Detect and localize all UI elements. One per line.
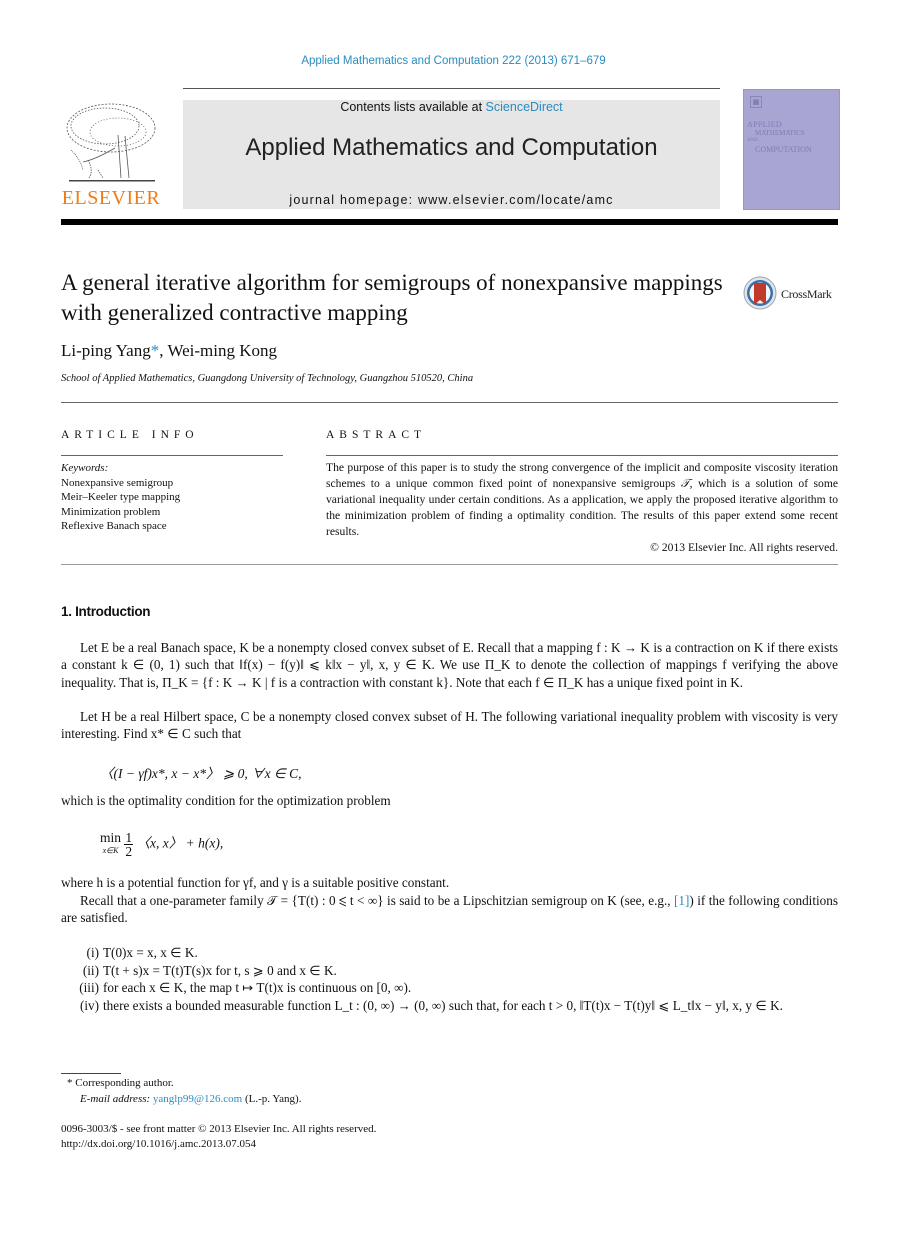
elsevier-wordmark: ELSEVIER xyxy=(61,187,161,209)
condition-number: (i) xyxy=(86,945,99,960)
elsevier-tree-icon xyxy=(66,103,156,182)
crossmark-badge[interactable]: CrossMark xyxy=(743,275,843,311)
sciencedirect-link[interactable]: ScienceDirect xyxy=(486,100,563,114)
intro-paragraph: Let E be a real Banach space, K be a non… xyxy=(61,640,838,690)
keywords-block: Keywords: Nonexpansive semigroup Meir–Ke… xyxy=(61,461,180,534)
cover-line: COMPUTATION xyxy=(755,145,812,154)
abstract-bottom-rule xyxy=(61,564,838,565)
article-title: A general iterative algorithm for semigr… xyxy=(61,270,723,325)
intro-paragraph: where h is a potential function for γf, … xyxy=(61,875,450,890)
footnote-rule xyxy=(61,1073,121,1074)
author-list: Li-ping Yang*, Wei-ming Kong xyxy=(61,341,277,361)
email-label: E-mail address: xyxy=(80,1093,153,1105)
condition-text: T(t + s)x = T(t)T(s)x for t, s ⩾ 0 and x… xyxy=(103,962,337,978)
abstract-heading: ABSTRACT xyxy=(326,429,427,441)
condition-item: (iii) for each x ∈ K, the map t ↦ T(t)x … xyxy=(61,979,838,997)
min-operator: min x∈K xyxy=(100,831,121,857)
cover-line: APPLIED xyxy=(747,120,782,129)
article-info-heading: ARTICLE INFO xyxy=(61,429,199,441)
header-top-rule xyxy=(183,88,720,89)
semigroup-conditions-list: (i) T(0)x = x, x ∈ K. (ii) T(t + s)x = T… xyxy=(61,944,838,1014)
contents-prefix: Contents lists available at xyxy=(340,100,486,114)
equation-rest: 〈x, x〉 + h(x), xyxy=(136,835,224,851)
corresponding-author-marker[interactable]: * xyxy=(151,341,160,360)
variational-inequality-equation: 〈(I − γf)x*, x − x*〉 ⩾ 0, ∀x ∈ C, xyxy=(100,766,302,781)
front-matter-note: 0096-3003/$ - see front matter © 2013 El… xyxy=(61,1123,377,1135)
doi-link[interactable]: http://dx.doi.org/10.1016/j.amc.2013.07.… xyxy=(61,1136,256,1152)
email-suffix: (L.-p. Yang). xyxy=(242,1093,302,1105)
fraction-denominator: 2 xyxy=(125,844,133,859)
author-name[interactable]: Wei-ming Kong xyxy=(167,341,277,360)
intro-paragraph: Let H be a real Hilbert space, C be a no… xyxy=(61,709,838,742)
semigroup-symbol: 𝒯 xyxy=(680,477,690,490)
intro-paragraph: Recall that a one-parameter family 𝒯 = {… xyxy=(61,892,838,927)
optimization-equation: min x∈K 12 〈x, x〉 + h(x), xyxy=(100,830,224,859)
elsevier-logo[interactable]: ELSEVIER xyxy=(61,100,161,210)
title-divider xyxy=(61,402,838,403)
keyword: Nonexpansive semigroup xyxy=(61,476,174,489)
section-heading-introduction: 1. Introduction xyxy=(61,604,151,619)
journal-cover-thumbnail[interactable]: ▦ APPLIED MATHEMATICS AND COMPUTATION xyxy=(743,89,840,210)
email-note: E-mail address: yanglp99@126.com (L.-p. … xyxy=(80,1091,301,1107)
journal-reference[interactable]: Applied Mathematics and Computation 222 … xyxy=(0,55,907,67)
condition-item: (iv) there exists a bounded measurable f… xyxy=(61,997,838,1015)
fraction: 12 xyxy=(124,830,134,859)
corresponding-author-note: * Corresponding author. xyxy=(67,1077,174,1089)
email-link[interactable]: yanglp99@126.com xyxy=(153,1093,242,1105)
contents-availability: Contents lists available at ScienceDirec… xyxy=(183,100,720,114)
crossmark-label: CrossMark xyxy=(781,287,832,301)
article-info-rule xyxy=(61,455,283,456)
keywords-label: Keywords: xyxy=(61,462,109,474)
affiliation: School of Applied Mathematics, Guangdong… xyxy=(61,373,474,384)
keyword: Reflexive Banach space xyxy=(61,520,167,532)
condition-text: there exists a bounded measurable functi… xyxy=(103,997,783,1013)
abstract-text: The purpose of this paper is to study th… xyxy=(326,460,838,556)
paragraph-text: Recall that a one-parameter family 𝒯 = {… xyxy=(80,893,675,908)
abstract-rule xyxy=(326,455,838,456)
reference-link[interactable]: [1] xyxy=(674,893,689,908)
condition-number: (iv) xyxy=(79,997,99,1013)
cover-line: AND xyxy=(747,138,758,143)
condition-text: T(0)x = x, x ∈ K. xyxy=(103,945,198,960)
condition-number: (ii) xyxy=(82,962,99,978)
crossmark-icon xyxy=(743,276,777,310)
condition-item: (ii) T(t + s)x = T(t)T(s)x for t, s ⩾ 0 … xyxy=(61,962,838,980)
condition-item: (i) T(0)x = x, x ∈ K. xyxy=(61,944,838,962)
author-name[interactable]: Li-ping Yang xyxy=(61,341,151,360)
header-thick-rule xyxy=(61,219,838,225)
journal-title: Applied Mathematics and Computation xyxy=(245,134,658,161)
journal-homepage[interactable]: journal homepage: www.elsevier.com/locat… xyxy=(183,193,720,207)
cover-line: MATHEMATICS xyxy=(755,129,805,137)
keyword: Meir–Keeler type mapping xyxy=(61,491,181,503)
cover-logo-icon: ▦ xyxy=(750,96,762,108)
fraction-numerator: 1 xyxy=(124,830,134,845)
condition-text: for each x ∈ K, the map t ↦ T(t)x is con… xyxy=(103,980,412,996)
keyword: Minimization problem xyxy=(61,505,161,518)
intro-paragraph: which is the optimality condition for th… xyxy=(61,793,391,808)
min-subscript: x∈K xyxy=(102,846,119,855)
condition-number: (iii) xyxy=(79,980,99,996)
abstract-copyright: © 2013 Elsevier Inc. All rights reserved… xyxy=(650,541,838,554)
min-label: min xyxy=(100,830,122,845)
